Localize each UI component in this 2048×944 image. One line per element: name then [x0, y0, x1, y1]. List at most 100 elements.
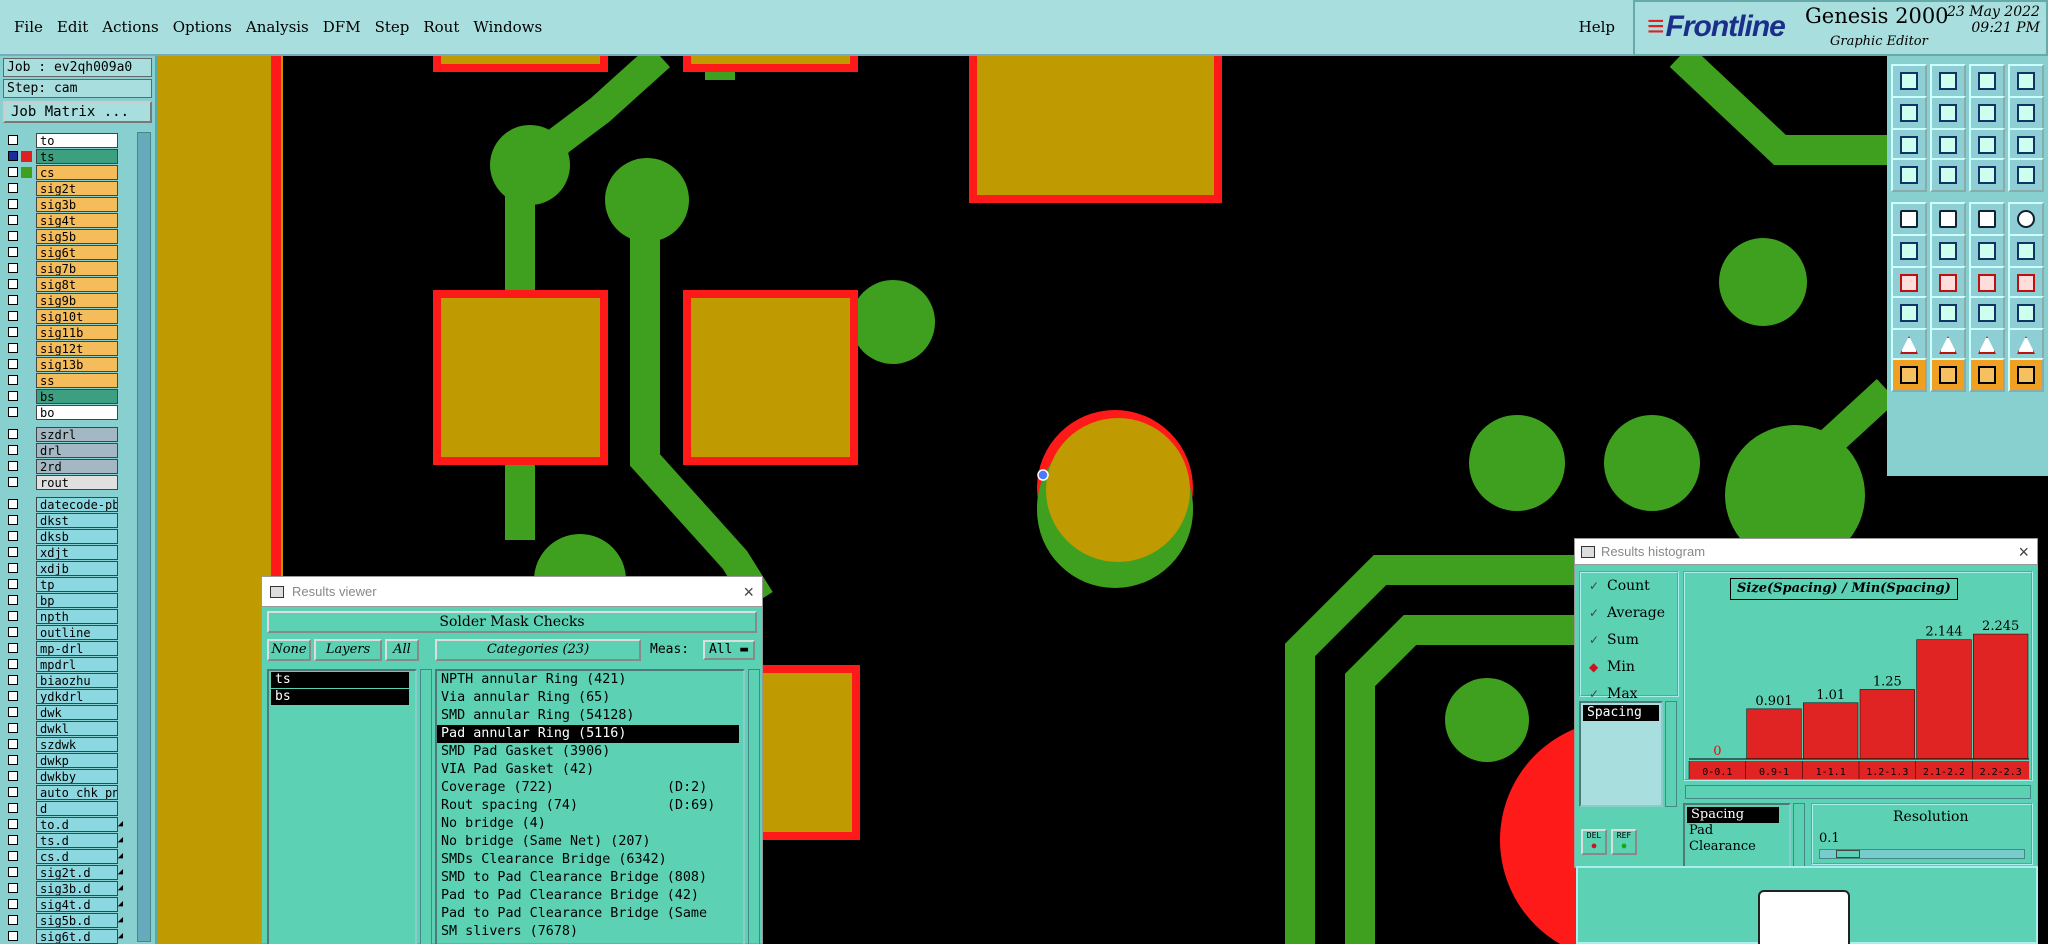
check-name-button[interactable]: Solder Mask Checks: [267, 611, 757, 633]
category-item[interactable]: SMD Pad Gasket (3906): [437, 743, 743, 761]
layer-row[interactable]: sig3b.d ◢: [3, 880, 125, 896]
layer-checkbox[interactable]: [8, 915, 18, 925]
tool-button[interactable]: [2008, 266, 2044, 300]
result-marker[interactable]: [1037, 469, 1049, 481]
layer-row[interactable]: sig2t.d ◢: [3, 864, 125, 880]
layer-checkbox[interactable]: [8, 755, 18, 765]
category-item[interactable]: SMD to Pad Clearance Bridge (808): [437, 869, 743, 887]
layer-row[interactable]: sig5b.d ◢: [3, 912, 125, 928]
stat-option-min[interactable]: ◆ Min: [1581, 654, 1677, 681]
parameter-item[interactable]: Pad: [1685, 823, 1789, 839]
layer-row[interactable]: cs.d ◢: [3, 848, 125, 864]
tool-button[interactable]: [2008, 128, 2044, 162]
category-item[interactable]: Coverage (722) (D:2): [437, 779, 743, 797]
layer-checkbox[interactable]: [8, 819, 18, 829]
layer-color-swatch[interactable]: [21, 915, 32, 926]
layer-color-swatch[interactable]: [21, 883, 32, 894]
layer-row[interactable]: rout: [3, 474, 125, 490]
category-item[interactable]: Rout spacing (74) (D:69): [437, 797, 743, 815]
layer-color-swatch[interactable]: [21, 563, 32, 574]
layer-row[interactable]: sig13b: [3, 356, 125, 372]
layer-color-swatch[interactable]: [21, 675, 32, 686]
tool-button[interactable]: [1891, 234, 1927, 268]
stat-option-sum[interactable]: ✓ Sum: [1581, 627, 1677, 654]
layer-color-swatch[interactable]: [21, 183, 32, 194]
layer-checkbox[interactable]: [8, 199, 18, 209]
layer-checkbox[interactable]: [8, 215, 18, 225]
layer-row[interactable]: dwk: [3, 704, 125, 720]
layer-checkbox[interactable]: [8, 899, 18, 909]
menu-file[interactable]: File: [14, 18, 43, 36]
layer-color-swatch[interactable]: [21, 867, 32, 878]
layer-checkbox[interactable]: [8, 499, 18, 509]
layer-row[interactable]: xdjt: [3, 544, 125, 560]
tool-button[interactable]: [1969, 96, 2005, 130]
layer-checkbox[interactable]: [8, 167, 18, 177]
layers-button[interactable]: Layers: [314, 639, 382, 661]
menu-rout[interactable]: Rout: [423, 18, 459, 36]
layer-checkbox[interactable]: [8, 931, 18, 941]
layer-color-swatch[interactable]: [21, 429, 32, 440]
tool-button[interactable]: [1891, 128, 1927, 162]
resolution-slider[interactable]: [1819, 849, 2025, 859]
del-button[interactable]: DEL ●: [1581, 829, 1607, 855]
layer-checkbox[interactable]: [8, 579, 18, 589]
stat-option-count[interactable]: ✓ Count: [1581, 573, 1677, 600]
layer-row[interactable]: to: [3, 132, 125, 148]
histogram-bar[interactable]: [1746, 708, 1802, 760]
layer-row[interactable]: bp: [3, 592, 125, 608]
category-item[interactable]: Pad to Pad Clearance Bridge (42): [437, 887, 743, 905]
layer-row[interactable]: dkst: [3, 512, 125, 528]
layer-checkbox[interactable]: [8, 627, 18, 637]
tool-button[interactable]: [1969, 328, 2005, 362]
histogram-scrollbar[interactable]: [1685, 785, 2031, 799]
close-icon[interactable]: ×: [743, 577, 754, 607]
tool-button[interactable]: [1930, 266, 1966, 300]
layer-row[interactable]: ts.d ◢: [3, 832, 125, 848]
layer-row[interactable]: cs: [3, 164, 125, 180]
parameter-scrollbar[interactable]: [1793, 803, 1805, 869]
tool-button[interactable]: [1891, 158, 1927, 192]
tool-button[interactable]: [1891, 202, 1927, 236]
layer-color-swatch[interactable]: [21, 359, 32, 370]
histogram-bar[interactable]: [1803, 702, 1859, 760]
layer-checkbox[interactable]: [8, 263, 18, 273]
attribute-item-spacing[interactable]: Spacing: [1583, 705, 1659, 721]
layer-color-swatch[interactable]: [21, 659, 32, 670]
tool-button[interactable]: [2008, 358, 2044, 392]
parameter-item[interactable]: Spacing: [1687, 807, 1779, 823]
layer-row[interactable]: sig11b: [3, 324, 125, 340]
layer-checkbox[interactable]: [8, 247, 18, 257]
attribute-scrollbar[interactable]: [1665, 701, 1677, 807]
layer-checkbox[interactable]: [8, 231, 18, 241]
layer-row[interactable]: dwkby: [3, 768, 125, 784]
layer-checkbox[interactable]: [8, 477, 18, 487]
layer-color-swatch[interactable]: [21, 531, 32, 542]
none-button[interactable]: None: [267, 639, 311, 661]
layer-checkbox[interactable]: [8, 135, 18, 145]
layer-color-swatch[interactable]: [21, 199, 32, 210]
layer-color-swatch[interactable]: [21, 263, 32, 274]
layer-color-swatch[interactable]: [21, 166, 32, 178]
layer-color-swatch[interactable]: [21, 375, 32, 386]
layer-color-swatch[interactable]: [21, 691, 32, 702]
menu-analysis[interactable]: Analysis: [246, 18, 309, 36]
category-item[interactable]: Pad annular Ring (5116): [437, 725, 739, 743]
layer-row[interactable]: datecode-pbe: [3, 496, 125, 512]
layer-row[interactable]: ydkdrl: [3, 688, 125, 704]
histogram-bar[interactable]: [1916, 639, 1972, 760]
layer-checkbox[interactable]: [8, 327, 18, 337]
ref-button[interactable]: REF ●: [1611, 829, 1637, 855]
layer-row[interactable]: dwkp: [3, 752, 125, 768]
layer-row[interactable]: npth: [3, 608, 125, 624]
category-item[interactable]: Via annular Ring (65): [437, 689, 743, 707]
menu-windows[interactable]: Windows: [473, 18, 542, 36]
layer-row[interactable]: szdwk: [3, 736, 125, 752]
layer-row[interactable]: sig4t.d ◢: [3, 896, 125, 912]
meas-select[interactable]: All ▬: [702, 640, 755, 660]
layer-checkbox[interactable]: [8, 595, 18, 605]
layer-color-swatch[interactable]: [21, 295, 32, 306]
layer-color-swatch[interactable]: [21, 135, 32, 146]
layer-row[interactable]: sig6t.d ◢: [3, 928, 125, 944]
layer-checkbox[interactable]: [8, 787, 18, 797]
